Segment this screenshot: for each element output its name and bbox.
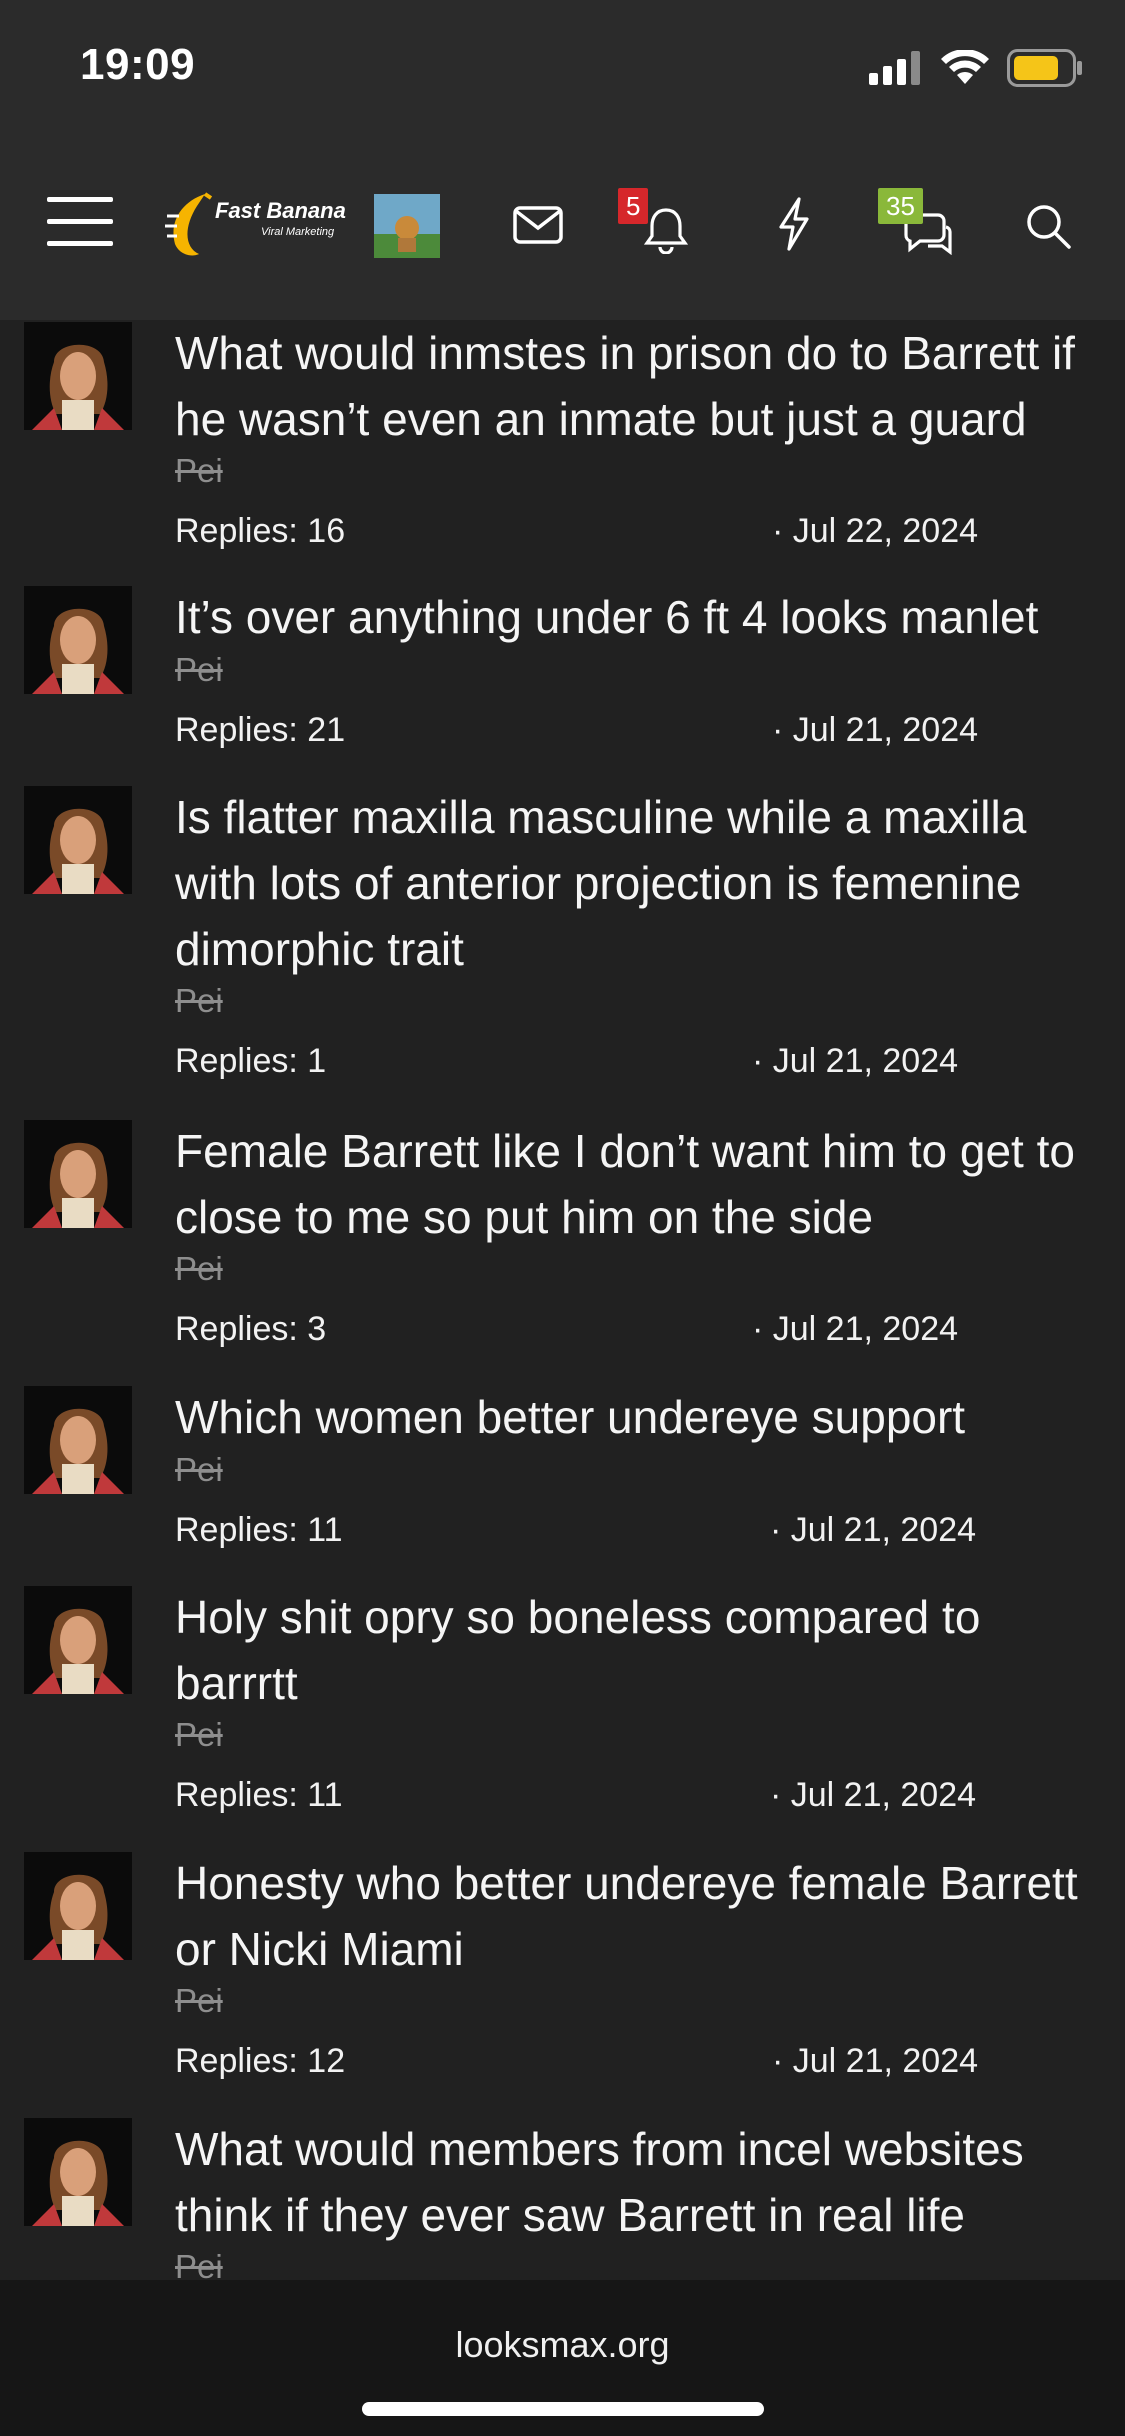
person-avatar-icon [24,1852,132,1960]
thread-title[interactable]: Which women better undereye support [175,1384,1105,1450]
thread-title[interactable]: What would inmstes in prison do to Barre… [175,320,1105,452]
browser-bottom-bar: looksmax.org [0,2280,1125,2436]
author-avatar[interactable] [24,1120,132,1228]
person-avatar-icon [24,1386,132,1494]
author-avatar[interactable] [24,322,132,430]
thread-author[interactable]: Pei [175,1982,223,2020]
menu-button[interactable] [44,194,116,254]
person-avatar-icon [24,786,132,894]
thread-replies: Replies: 12 [175,2042,346,2080]
thread-row[interactable]: What would inmstes in prison do to Barre… [0,320,1125,570]
thread-row[interactable]: Is flatter maxilla masculine while a max… [0,784,1125,1104]
thread-date[interactable]: · Jul 22, 2024 [772,512,978,551]
thread-replies: Replies: 16 [175,512,346,550]
thread-date[interactable]: · Jul 21, 2024 [770,1776,976,1815]
thread-replies: Replies: 21 [175,711,346,749]
author-avatar[interactable] [24,1852,132,1960]
bell-icon [643,206,689,259]
thread-author[interactable]: Pei [175,452,223,490]
thread-author[interactable]: Pei [175,982,223,1020]
whats-new-button[interactable] [766,196,822,256]
app-header: Fast Banana Viral Marketing 5 35 [0,150,1125,320]
search-button[interactable] [1018,198,1078,258]
lightning-icon [777,196,811,256]
thread-title[interactable]: Is flatter maxilla masculine while a max… [175,784,1105,982]
logo-text: Fast Banana [215,198,346,223]
thread-replies: Replies: 11 [175,1776,343,1814]
battery-icon [1007,48,1083,92]
thread-date[interactable]: · Jul 21, 2024 [772,2042,978,2081]
thread-row[interactable]: Holy shit opry so boneless compared to b… [0,1584,1125,1836]
inbox-button[interactable] [508,202,568,252]
thread-list: What would inmstes in prison do to Barre… [0,320,1125,2280]
avatar-image-icon [374,194,440,258]
thread-date[interactable]: · Jul 21, 2024 [752,1310,958,1349]
menu-icon [47,195,113,254]
thread-title[interactable]: Holy shit opry so boneless compared to b… [175,1584,1105,1716]
conversations-badge: 35 [878,188,923,224]
thread-date[interactable]: · Jul 21, 2024 [752,1042,958,1081]
thread-row[interactable]: Honesty who better undereye female Barre… [0,1850,1125,2102]
thread-title[interactable]: What would members from incel websites t… [175,2116,1105,2248]
thread-replies: Replies: 3 [175,1310,327,1348]
person-avatar-icon [24,1120,132,1228]
search-icon [1024,202,1072,255]
thread-row[interactable]: It’s over anything under 6 ft 4 looks ma… [0,584,1125,770]
url-label[interactable]: looksmax.org [0,2324,1125,2366]
person-avatar-icon [24,1586,132,1694]
author-avatar[interactable] [24,2118,132,2226]
author-avatar[interactable] [24,1586,132,1694]
author-avatar[interactable] [24,1386,132,1494]
site-logo[interactable]: Fast Banana Viral Marketing [165,190,346,263]
thread-title[interactable]: Female Barrett like I don’t want him to … [175,1118,1105,1250]
thread-author[interactable]: Pei [175,651,223,689]
alerts-badge: 5 [618,188,649,224]
author-avatar[interactable] [24,586,132,694]
thread-author[interactable]: Pei [175,1716,223,1754]
person-avatar-icon [24,586,132,694]
banana-logo-icon [165,192,221,263]
person-avatar-icon [24,2118,132,2226]
status-icons [869,48,1083,92]
thread-row[interactable]: Female Barrett like I don’t want him to … [0,1118,1125,1370]
thread-author[interactable]: Pei [175,2248,223,2280]
thread-replies: Replies: 11 [175,1511,343,1549]
author-avatar[interactable] [24,786,132,894]
envelope-icon [513,205,563,249]
home-indicator[interactable] [362,2402,764,2416]
user-avatar[interactable] [374,194,440,258]
person-avatar-icon [24,322,132,430]
wifi-icon [941,48,989,91]
thread-row[interactable]: What would members from incel websites t… [0,2116,1125,2280]
thread-date[interactable]: · Jul 21, 2024 [772,711,978,750]
thread-row[interactable]: Which women better undereye support Pei … [0,1384,1125,1570]
status-time: 19:09 [80,40,196,89]
thread-replies: Replies: 1 [175,1042,327,1080]
signal-icon [869,50,923,90]
logo-subtext: Viral Marketing [261,226,335,238]
status-bar: 19:09 [0,0,1125,150]
thread-title[interactable]: Honesty who better undereye female Barre… [175,1850,1105,1982]
thread-title[interactable]: It’s over anything under 6 ft 4 looks ma… [175,584,1105,650]
thread-author[interactable]: Pei [175,1250,223,1288]
thread-author[interactable]: Pei [175,1451,223,1489]
thread-date[interactable]: · Jul 21, 2024 [770,1511,976,1550]
